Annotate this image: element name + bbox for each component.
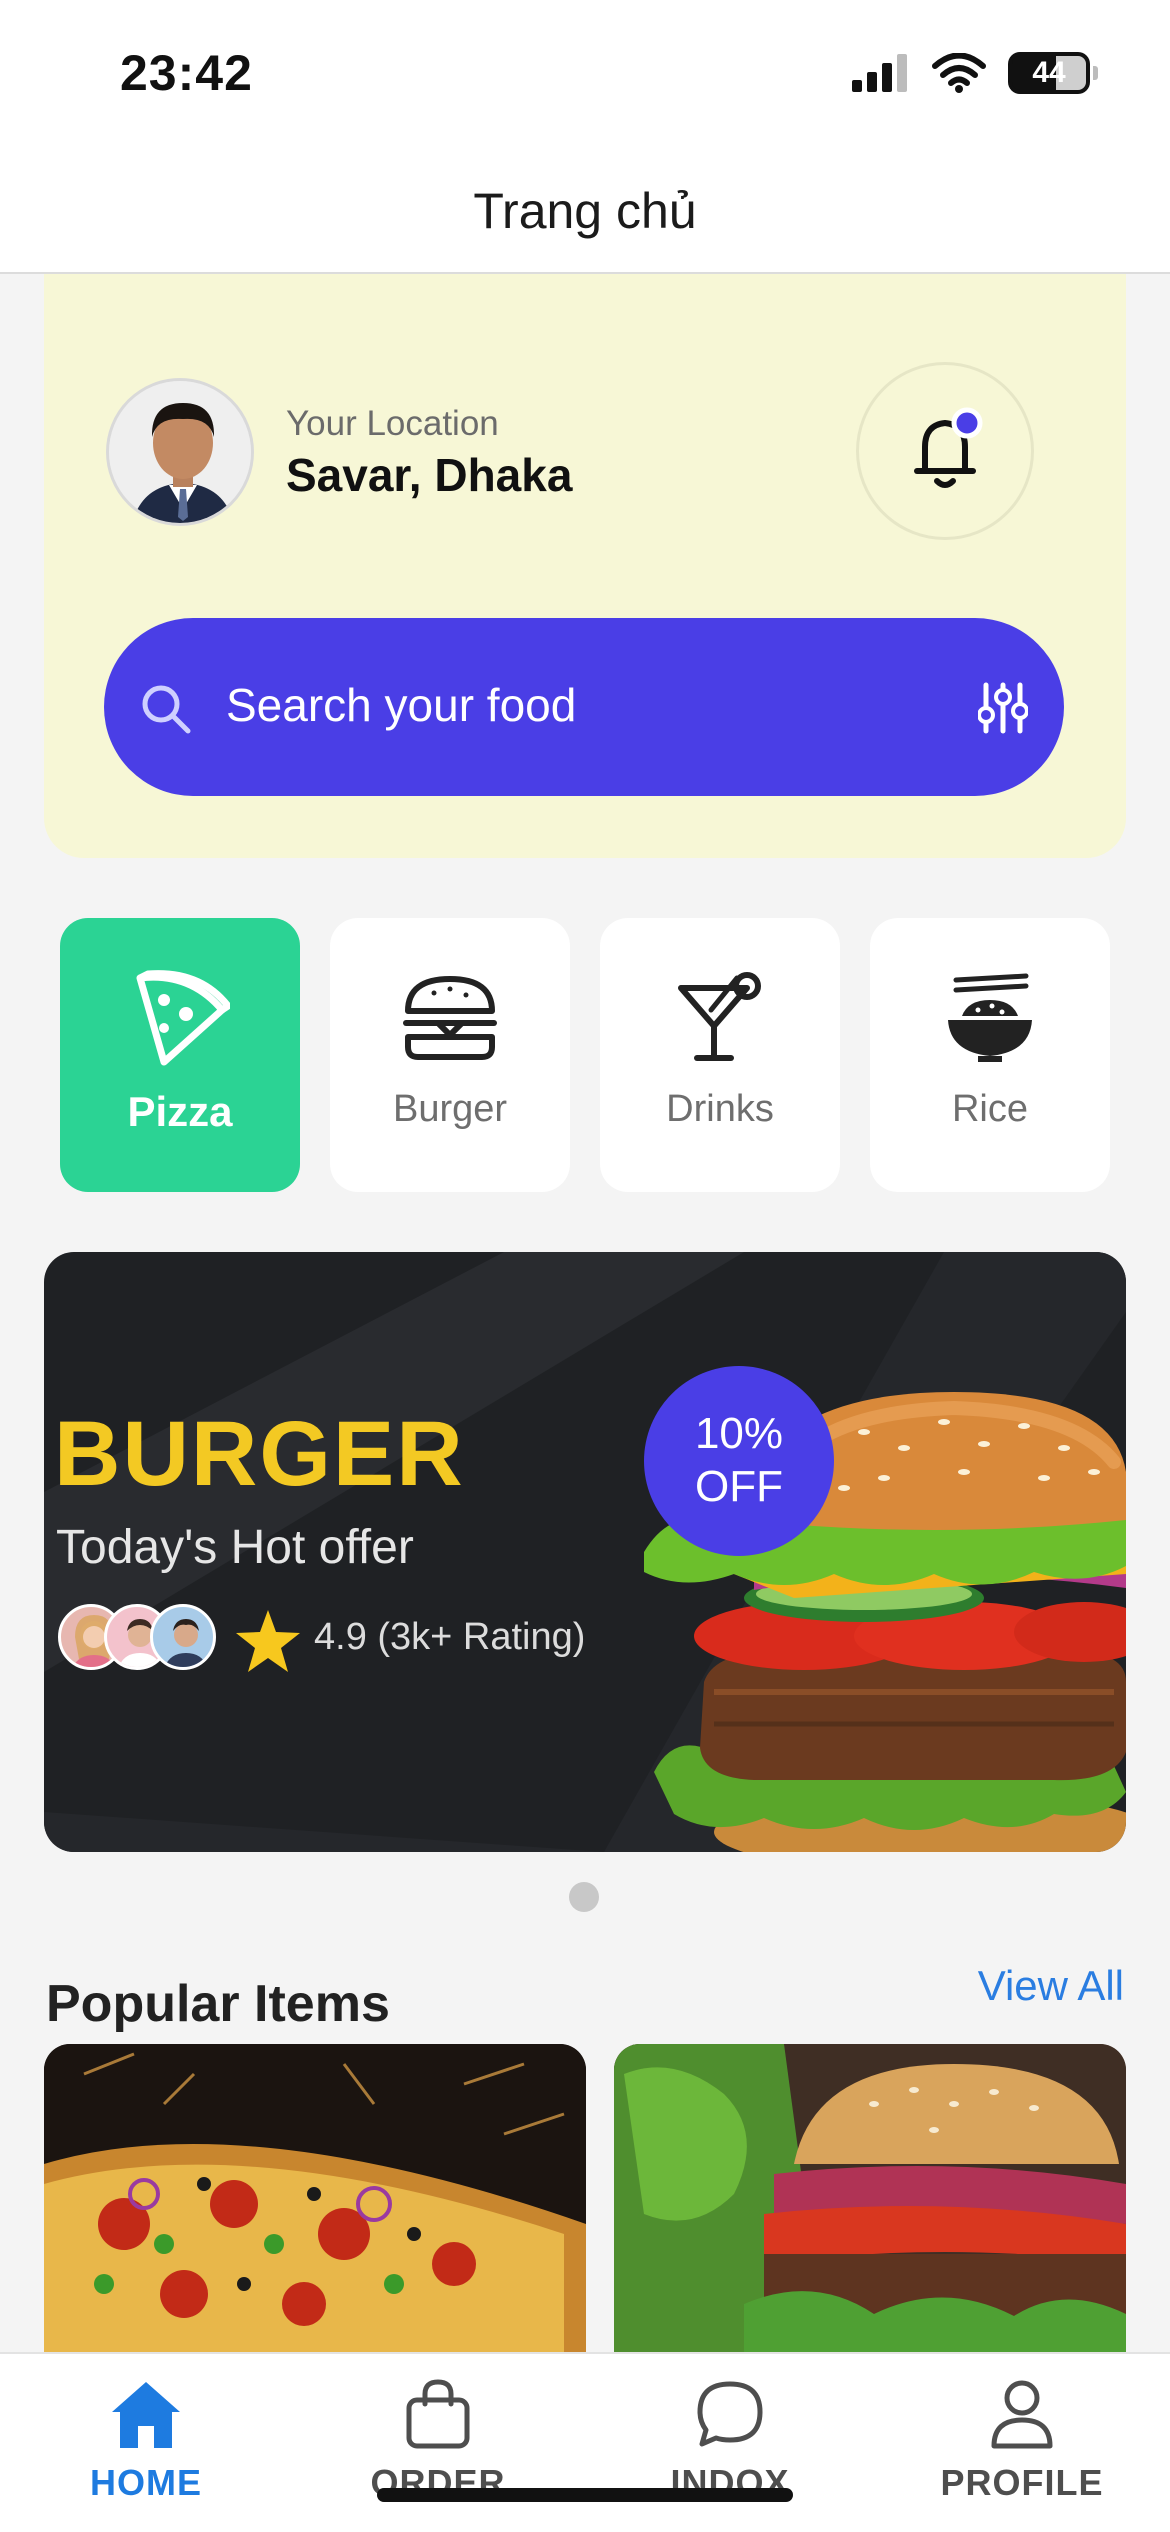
search-icon [142,685,191,734]
banner-subtitle: Today's Hot offer [56,1521,414,1574]
status-icons: 44 [852,52,1098,94]
section-title: Popular Items [46,1975,390,2033]
discount-badge: 10% OFF [644,1366,834,1556]
category-label: Rice [951,1088,1029,1130]
status-bar: 23:42 44 [0,0,1170,150]
status-time: 23:42 [120,45,253,101]
user-icon [991,2380,1053,2449]
discount-value: 10% [694,1409,784,1459]
tab-order[interactable]: ORDER [328,2374,548,2504]
tab-home[interactable]: HOME [36,2374,256,2504]
category-drinks[interactable]: Drinks [600,918,840,1192]
burger-icon [403,976,497,1060]
popular-item-pizza[interactable] [44,2044,586,2354]
location-label: Your Location [286,404,499,443]
pizza-icon [136,970,230,1066]
tab-profile[interactable]: PROFILE [912,2374,1132,2504]
view-all-link[interactable]: View All [978,1962,1124,2010]
category-label: Burger [392,1088,508,1130]
notification-button[interactable] [856,362,1034,540]
page-title: Trang chủ [473,183,697,239]
category-label: Pizza [127,1088,233,1135]
popular-item-burger[interactable] [614,2044,1126,2354]
category-pizza[interactable]: Pizza [60,918,300,1192]
offer-banner[interactable]: BURGER Today's Hot offer 4.9 (3k+ Rating… [44,1252,1126,1852]
banner-rating: 4.9 (3k+ Rating) [314,1616,586,1658]
home-icon [112,2382,180,2448]
home-indicator[interactable] [377,2488,793,2502]
bag-icon [406,2379,470,2449]
chat-icon [697,2381,763,2447]
location-value[interactable]: Savar, Dhaka [286,448,572,502]
rice-bowl-icon [948,973,1032,1062]
filter-icon[interactable] [978,681,1028,735]
cocktail-icon [678,972,761,1061]
carousel-indicator[interactable] [569,1882,599,1912]
bell-icon [914,407,983,488]
reviewer-avatars [58,1604,218,1674]
banner-title: BURGER [54,1403,465,1505]
cellular-signal-icon [852,54,907,92]
category-burger[interactable]: Burger [330,918,570,1192]
location-card: Your Location Savar, Dhaka Search your f… [44,274,1126,858]
category-rice[interactable]: Rice [870,918,1110,1192]
discount-off: OFF [695,1462,783,1511]
nav-header: Trang chủ [0,150,1170,274]
wifi-icon [932,53,986,93]
tab-inbox[interactable]: INDOX [620,2374,840,2504]
search-input[interactable]: Search your food [226,678,576,732]
tab-bar: HOME ORDER INDOX PROFILE [0,2352,1170,2532]
category-label: Drinks [666,1088,774,1130]
search-bar[interactable]: Search your food [104,618,1064,796]
avatar[interactable] [106,378,254,526]
star-icon [236,1610,300,1672]
tab-label: HOME [90,2462,202,2503]
tab-label: PROFILE [940,2462,1104,2503]
reviewer-avatar [150,1604,216,1670]
battery-level: 44 [1032,56,1066,89]
pizza-image [44,2044,586,2354]
burger-image [614,2044,1126,2354]
battery-indicator: 44 [1008,52,1098,94]
